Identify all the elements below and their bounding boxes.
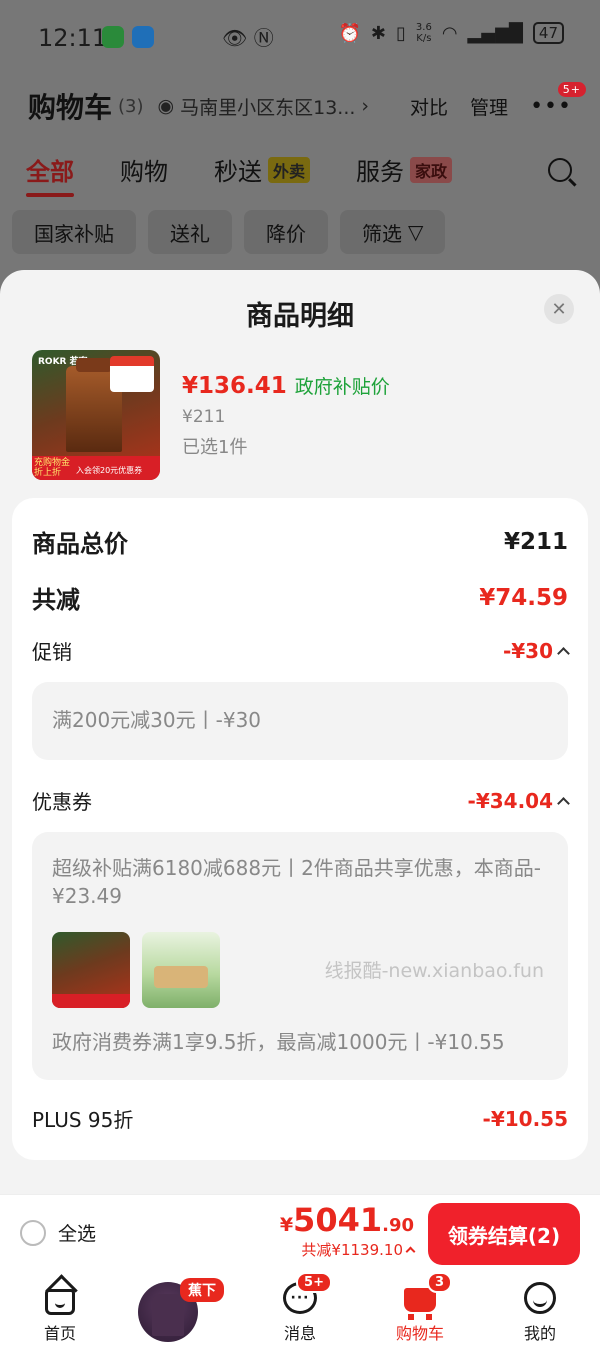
reduce-label: 共减: [32, 586, 80, 614]
total-price-block: ¥5041.90 共减¥1139.10: [279, 1201, 416, 1260]
chevron-right-icon: ›: [361, 95, 370, 117]
status-time: 12:11: [38, 24, 108, 52]
nav-home-label: 首页: [43, 1324, 76, 1343]
total-price: ¥5041.90: [279, 1201, 414, 1239]
bottom-nav: 首页 蕉下 ··· 5+ 消息 3 购物车 我的: [0, 1272, 600, 1354]
battery-icon: 47: [532, 22, 564, 44]
filter-chips: 国家补贴 送礼 降价 筛选 ▽: [12, 210, 446, 254]
filter-subsidy[interactable]: 国家补贴: [12, 210, 136, 254]
watermark: 线报酷-new.xianbao.fun: [324, 960, 544, 982]
close-icon[interactable]: ✕: [544, 294, 574, 324]
price-label: 政府补贴价: [294, 376, 390, 398]
bluetooth-icon: ✱: [370, 22, 386, 44]
nav-cart[interactable]: 3 购物车: [360, 1272, 480, 1354]
cart-tabs: 全部 购物 秒送 外卖 服务 家政: [26, 152, 572, 197]
cart-badge: 3: [426, 1272, 452, 1293]
plus-label: PLUS 95折: [32, 1108, 134, 1132]
coupon-detail-box: 超级补贴满6180减688元丨2件商品共享优惠，本商品-¥23.49 线报酷-n…: [32, 832, 568, 1080]
housekeeping-tag: 家政: [410, 156, 453, 183]
total-label: 商品总价: [32, 530, 128, 558]
coupon-products: [52, 932, 220, 1008]
filter-more[interactable]: 筛选 ▽: [340, 210, 446, 254]
chevron-up-icon: [557, 796, 570, 810]
vibrate-icon: ▯: [396, 22, 406, 44]
thumb-promo: 充购物金 折上折: [34, 458, 71, 478]
cart-count: (3): [118, 95, 144, 117]
chevron-up-icon: [405, 1246, 416, 1257]
cart-header: 购物车 (3) ◉ 马南里小区东区13... › 对比 管理 ••• 5+: [28, 81, 586, 126]
status-bar: 12:11 👁 Ⓝ ⏰ ✱ ▯ 3.6 K/s ◠ ▂▄▆█ 47: [0, 0, 600, 72]
promo-tag: 蕉下: [180, 1278, 224, 1302]
messages-badge: 5+: [296, 1272, 332, 1293]
chevron-up-icon: [557, 646, 570, 660]
checkout-button[interactable]: 领券结算(2): [428, 1203, 580, 1265]
promo-value: -¥30: [502, 638, 553, 663]
product-detail-sheet: 商品明细 ✕ ROKR 若客 充购物金 折上折 入会领20元优惠券 ¥136.4…: [0, 270, 600, 1194]
signal-icon: ▂▄▆█: [467, 22, 523, 44]
select-all-checkbox[interactable]: [20, 1219, 46, 1246]
eye-icon: ◉: [157, 95, 175, 117]
promo-row[interactable]: 促销 -¥30: [32, 636, 570, 665]
wifi-icon: ◠: [441, 22, 458, 44]
coupon-label: 优惠券: [32, 790, 92, 814]
nav-messages-label: 消息: [283, 1324, 316, 1343]
total-discount[interactable]: 共减¥1139.10: [280, 1239, 416, 1260]
alarm-icon: ⏰: [338, 22, 361, 44]
tab-all[interactable]: 全部: [26, 152, 74, 197]
total-value: ¥211: [503, 528, 568, 555]
checkout-bar: 全选 ¥5041.90 共减¥1139.10 领券结算(2): [0, 1194, 600, 1272]
price-breakdown-card: 商品总价 ¥211 共减 ¥74.59 促销 -¥30 满200元减30元丨-¥…: [12, 498, 588, 1160]
net-speed: 3.6 K/s: [415, 22, 432, 44]
nav-cart-label: 购物车: [395, 1324, 444, 1343]
product-thumbnail[interactable]: ROKR 若客 充购物金 折上折 入会领20元优惠券: [32, 350, 160, 480]
coupon-row[interactable]: 优惠券 -¥34.04: [32, 786, 570, 815]
promo-detail: 满200元减30元丨-¥30: [52, 708, 262, 732]
more-menu-icon[interactable]: ••• 5+: [530, 81, 586, 119]
background-cart-page: 12:11 👁 Ⓝ ⏰ ✱ ▯ 3.6 K/s ◠ ▂▄▆█ 47 购物车 (3)…: [0, 0, 600, 300]
select-all[interactable]: 全选: [20, 1219, 96, 1246]
plus-value: -¥10.55: [482, 1106, 568, 1131]
filter-price-drop[interactable]: 降价: [244, 210, 328, 254]
address-selector[interactable]: ◉ 马南里小区东区13... ›: [158, 93, 370, 120]
promo-label: 促销: [32, 640, 72, 664]
product-summary: ROKR 若客 充购物金 折上折 入会领20元优惠券 ¥136.41 政府补贴价…: [32, 350, 568, 480]
thumb-coupon: 入会领20元优惠券: [76, 466, 143, 475]
tab-shopping[interactable]: 购物: [120, 152, 168, 187]
more-badge: 5+: [557, 81, 586, 97]
nav-me[interactable]: 我的: [480, 1272, 600, 1354]
coupon-product-thumb[interactable]: [142, 932, 220, 1008]
promo-detail-box: 满200元减30元丨-¥30: [32, 682, 568, 760]
search-icon[interactable]: [548, 157, 572, 182]
coupon-value: -¥34.04: [467, 788, 553, 813]
manage-link[interactable]: 管理: [470, 93, 508, 120]
tab-service[interactable]: 服务 家政: [356, 152, 453, 187]
nav-home[interactable]: 首页: [0, 1272, 120, 1354]
takeout-tag: 外卖: [268, 156, 311, 183]
filter-icon: ▽: [408, 220, 424, 244]
eye-nfc-icon: 👁 Ⓝ: [222, 26, 274, 50]
coupon-detail-2: 政府消费券满1享9.5折，最高减1000元丨-¥10.55: [52, 1030, 505, 1054]
nav-messages[interactable]: ··· 5+ 消息: [240, 1272, 360, 1354]
wechat-icon: [102, 26, 124, 48]
tab-instant[interactable]: 秒送 外卖: [214, 152, 311, 187]
page-title: 购物车: [28, 91, 113, 124]
selected-count: 已选1件: [182, 437, 248, 458]
message-app-icon: [132, 26, 154, 48]
filter-gift[interactable]: 送礼: [148, 210, 232, 254]
user-icon: [524, 1282, 556, 1314]
sheet-title: 商品明细: [246, 301, 354, 332]
nav-me-label: 我的: [523, 1324, 556, 1343]
address-text: 马南里小区东区13...: [180, 96, 356, 119]
coupon-detail-1: 超级补贴满6180减688元丨2件商品共享优惠，本商品-¥23.49: [52, 856, 542, 908]
reduce-value: ¥74.59: [479, 584, 568, 611]
home-icon: [45, 1289, 75, 1315]
product-price: ¥136.41: [182, 373, 287, 399]
select-all-label: 全选: [58, 1223, 97, 1245]
compare-link[interactable]: 对比: [410, 93, 448, 120]
original-price: ¥211: [182, 407, 226, 427]
coupon-product-thumb[interactable]: [52, 932, 130, 1008]
nav-promo[interactable]: 蕉下: [120, 1272, 240, 1354]
